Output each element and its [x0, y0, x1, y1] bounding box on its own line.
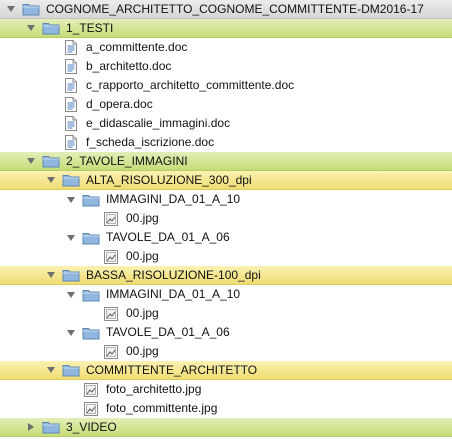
disclosure-triangle-expanded-icon[interactable] [26, 23, 36, 33]
image-file-icon [102, 211, 120, 227]
file-row[interactable]: b_architetto.doc [0, 57, 452, 76]
folder-row[interactable]: BASSA_RISOLUZIONE-100_dpi [0, 266, 452, 285]
disclosure-triangle-expanded-icon[interactable] [66, 195, 76, 205]
folder-icon [42, 153, 60, 169]
file-row[interactable]: 00.jpg [0, 247, 452, 266]
disclosure-triangle-expanded-icon[interactable] [26, 156, 36, 166]
file-row[interactable]: c_rapporto_architetto_committente.doc [0, 76, 452, 95]
document-icon [62, 97, 80, 113]
disclosure-triangle-expanded-icon[interactable] [46, 365, 56, 375]
folder-name: BASSA_RISOLUZIONE-100_dpi [86, 267, 261, 282]
disclosure-triangle-collapsed-icon[interactable] [26, 422, 36, 432]
folder-row[interactable]: COMMITTENTE_ARCHITETTO [0, 361, 452, 380]
file-row[interactable]: f_scheda_iscrizione.doc [0, 133, 452, 152]
file-row[interactable]: a_committente.doc [0, 38, 452, 57]
folder-row[interactable]: 2_TAVOLE_IMMAGINI [0, 152, 452, 171]
folder-icon [22, 1, 40, 17]
folder-name: COGNOME_ARCHITETTO_COGNOME_COMMITTENTE-D… [46, 1, 424, 16]
disclosure-triangle-expanded-icon[interactable] [66, 233, 76, 243]
file-tree: COGNOME_ARCHITETTO_COGNOME_COMMITTENTE-D… [0, 0, 452, 439]
file-row[interactable]: e_didascalie_immagini.doc [0, 114, 452, 133]
file-name: 00.jpg [126, 249, 159, 263]
disclosure-triangle-expanded-icon[interactable] [46, 270, 56, 280]
folder-row[interactable]: 3_VIDEO [0, 418, 452, 437]
folder-icon [62, 172, 80, 188]
folder-name: ALTA_RISOLUZIONE_300_dpi [86, 172, 252, 187]
file-name: foto_committente.jpg [106, 401, 218, 415]
file-row[interactable]: foto_architetto.jpg [0, 380, 452, 399]
folder-icon [62, 267, 80, 283]
folder-name: 1_TESTI [66, 20, 114, 35]
document-icon [62, 116, 80, 132]
disclosure-triangle-expanded-icon[interactable] [46, 175, 56, 185]
folder-row[interactable]: TAVOLE_DA_01_A_06 [0, 228, 452, 247]
folder-name: COMMITTENTE_ARCHITETTO [86, 362, 258, 377]
file-row[interactable]: 00.jpg [0, 342, 452, 361]
image-file-icon [82, 401, 100, 417]
folder-name: 2_TAVOLE_IMMAGINI [66, 153, 188, 168]
document-icon [62, 40, 80, 56]
folder-name: TAVOLE_DA_01_A_06 [106, 230, 230, 244]
file-row[interactable]: d_opera.doc [0, 95, 452, 114]
folder-row[interactable]: TAVOLE_DA_01_A_06 [0, 323, 452, 342]
folder-row[interactable]: ALTA_RISOLUZIONE_300_dpi [0, 171, 452, 190]
disclosure-triangle-expanded-icon[interactable] [66, 328, 76, 338]
folder-icon [82, 325, 100, 341]
document-icon [62, 59, 80, 75]
document-icon [62, 78, 80, 94]
folder-icon [82, 230, 100, 246]
folder-icon [42, 419, 60, 435]
folder-row[interactable]: IMMAGINI_DA_01_A_10 [0, 190, 452, 209]
file-name: e_didascalie_immagini.doc [86, 116, 231, 130]
file-name: c_rapporto_architetto_committente.doc [86, 78, 295, 92]
folder-row[interactable]: 1_TESTI [0, 19, 452, 38]
file-name: foto_architetto.jpg [106, 382, 202, 396]
file-name: 00.jpg [126, 306, 159, 320]
file-row[interactable]: 00.jpg [0, 304, 452, 323]
image-file-icon [102, 344, 120, 360]
image-file-icon [102, 249, 120, 265]
file-row[interactable]: foto_committente.jpg [0, 399, 452, 418]
file-name: f_scheda_iscrizione.doc [86, 135, 215, 149]
disclosure-triangle-expanded-icon[interactable] [66, 290, 76, 300]
file-name: b_architetto.doc [86, 59, 172, 73]
file-name: 00.jpg [126, 211, 159, 225]
folder-name: IMMAGINI_DA_01_A_10 [106, 192, 241, 206]
folder-icon [82, 192, 100, 208]
folder-icon [62, 362, 80, 378]
image-file-icon [102, 306, 120, 322]
folder-name: TAVOLE_DA_01_A_06 [106, 325, 230, 339]
file-name: 00.jpg [126, 344, 159, 358]
file-row[interactable]: 00.jpg [0, 209, 452, 228]
file-name: a_committente.doc [86, 40, 188, 54]
disclosure-triangle-expanded-icon[interactable] [6, 4, 16, 14]
folder-row[interactable]: COGNOME_ARCHITETTO_COGNOME_COMMITTENTE-D… [0, 0, 452, 19]
image-file-icon [82, 382, 100, 398]
folder-name: 3_VIDEO [66, 419, 117, 434]
folder-icon [82, 287, 100, 303]
folder-name: IMMAGINI_DA_01_A_10 [106, 287, 241, 301]
folder-icon [42, 20, 60, 36]
document-icon [62, 135, 80, 151]
file-name: d_opera.doc [86, 97, 153, 111]
folder-row[interactable]: IMMAGINI_DA_01_A_10 [0, 285, 452, 304]
